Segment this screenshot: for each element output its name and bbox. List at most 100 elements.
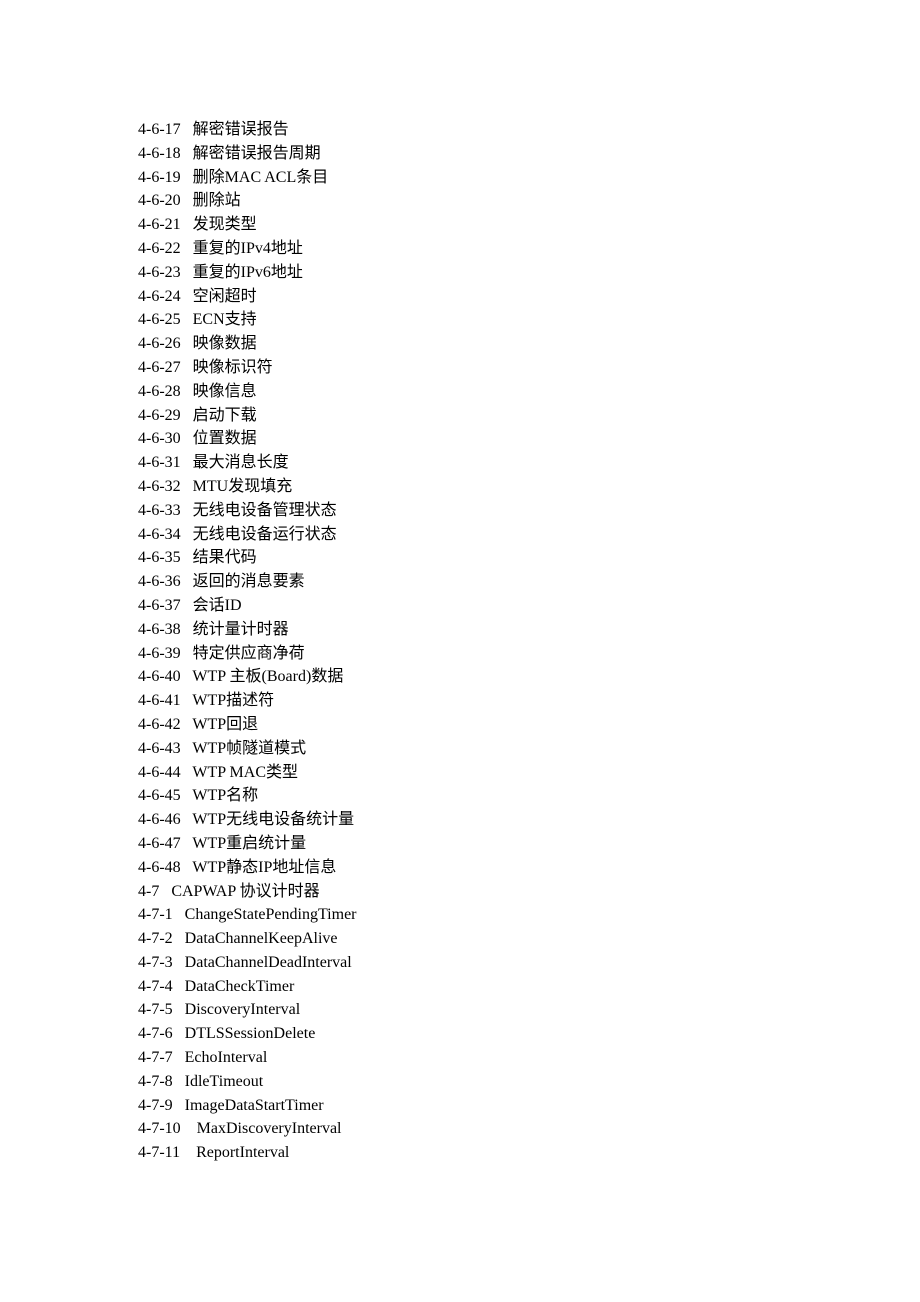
toc-entry-number: 4-6-26	[138, 335, 181, 352]
toc-entry-gap	[173, 1049, 185, 1066]
toc-entry-title: DataChannelDeadInterval	[185, 954, 352, 971]
toc-entry-gap	[181, 359, 193, 376]
toc-entry: 4-6-24 空闲超时	[138, 285, 920, 309]
toc-entry: 4-6-44 WTP MAC类型	[138, 761, 920, 785]
toc-entry: 4-6-21 发现类型	[138, 213, 920, 237]
toc-entry-gap	[180, 1144, 196, 1161]
toc-entry-gap	[181, 692, 193, 709]
toc-entry-gap	[181, 430, 193, 447]
toc-entry-gap	[181, 192, 193, 209]
toc-entry: 4-6-28 映像信息	[138, 380, 920, 404]
toc-entry-gap	[181, 526, 193, 543]
toc-entry-number: 4-6-23	[138, 264, 181, 281]
toc-entry: 4-6-29 启动下载	[138, 404, 920, 428]
toc-entry-gap	[173, 930, 185, 947]
toc-entry: 4-6-30 位置数据	[138, 427, 920, 451]
toc-entry-number: 4-6-28	[138, 383, 181, 400]
toc-entry-gap	[181, 169, 193, 186]
toc-entry-gap	[181, 549, 193, 566]
toc-entry: 4-7-11 ReportInterval	[138, 1141, 920, 1165]
toc-entry-number: 4-6-44	[138, 764, 181, 781]
toc-entry: 4-6-37 会话ID	[138, 594, 920, 618]
toc-entry-number: 4-6-42	[138, 716, 181, 733]
toc-entry-number: 4-7-11	[138, 1144, 180, 1161]
toc-entry-number: 4-6-33	[138, 502, 181, 519]
toc-entry-number: 4-6-35	[138, 549, 181, 566]
toc-entry-gap	[173, 1097, 185, 1114]
toc-entry: 4-6-26 映像数据	[138, 332, 920, 356]
toc-entry: 4-6-33 无线电设备管理状态	[138, 499, 920, 523]
toc-entry-gap	[181, 835, 193, 852]
toc-entry-title: 映像信息	[193, 383, 257, 400]
toc-entry-title: DataChannelKeepAlive	[185, 930, 338, 947]
toc-entry-gap	[181, 597, 193, 614]
toc-entry: 4-6-47 WTP重启统计量	[138, 832, 920, 856]
toc-entry: 4-6-40 WTP 主板(Board)数据	[138, 665, 920, 689]
toc-entry-number: 4-7-8	[138, 1073, 173, 1090]
toc-entry: 4-6-23 重复的IPv6地址	[138, 261, 920, 285]
toc-entry-number: 4-6-17	[138, 121, 181, 138]
toc-entry-number: 4-6-19	[138, 169, 181, 186]
toc-entry-number: 4-6-37	[138, 597, 181, 614]
toc-entry-number: 4-7-3	[138, 954, 173, 971]
toc-entry-gap	[181, 335, 193, 352]
toc-entry-title: 最大消息长度	[193, 454, 289, 471]
toc-entry: 4-7-8 IdleTimeout	[138, 1070, 920, 1094]
toc-entry-title: 返回的消息要素	[193, 573, 305, 590]
toc-entry-title: ECN支持	[193, 311, 257, 328]
toc-entry-gap	[181, 454, 193, 471]
toc-entry-title: EchoInterval	[185, 1049, 268, 1066]
toc-entry: 4-7-6 DTLSSessionDelete	[138, 1022, 920, 1046]
toc-entry-gap	[181, 264, 193, 281]
toc-entry: 4-7-5 DiscoveryInterval	[138, 998, 920, 1022]
toc-entry-number: 4-6-22	[138, 240, 181, 257]
toc-entry-title: WTP重启统计量	[192, 835, 306, 852]
toc-entry: 4-6-41 WTP描述符	[138, 689, 920, 713]
toc-entry: 4-6-22 重复的IPv4地址	[138, 237, 920, 261]
toc-entry-title: WTP描述符	[192, 692, 274, 709]
toc-entry: 4-7-1 ChangeStatePendingTimer	[138, 903, 920, 927]
toc-entry: 4-6-18 解密错误报告周期	[138, 142, 920, 166]
toc-entry-gap	[181, 383, 193, 400]
toc-entry-gap	[173, 1073, 185, 1090]
toc-entry-gap	[159, 883, 171, 900]
toc-entry-number: 4-6-29	[138, 407, 181, 424]
toc-entry-number: 4-7-1	[138, 906, 173, 923]
toc-entry-gap	[181, 121, 193, 138]
toc-entry: 4-6-36 返回的消息要素	[138, 570, 920, 594]
toc-entry-title: DataCheckTimer	[185, 978, 295, 995]
toc-entry-title: IdleTimeout	[185, 1073, 264, 1090]
toc-entry: 4-6-17 解密错误报告	[138, 118, 920, 142]
toc-entry-title: 删除站	[193, 192, 241, 209]
toc-entry-gap	[173, 1025, 185, 1042]
toc-entry-title: WTP MAC类型	[192, 764, 298, 781]
toc-entry-title: 会话ID	[193, 597, 242, 614]
toc-entry-title: 无线电设备管理状态	[193, 502, 337, 519]
toc-entry: 4-6-32 MTU发现填充	[138, 475, 920, 499]
toc-entry-title: DTLSSessionDelete	[185, 1025, 316, 1042]
toc-entry-gap	[181, 811, 193, 828]
toc-entry-number: 4-6-40	[138, 668, 181, 685]
toc-entry-gap	[181, 621, 193, 638]
toc-entry-title: 重复的IPv6地址	[193, 264, 303, 281]
toc-entry-number: 4-6-32	[138, 478, 181, 495]
toc-entry-title: WTP静态IP地址信息	[192, 859, 336, 876]
toc-entry-title: ReportInterval	[196, 1144, 289, 1161]
toc-entry: 4-7-7 EchoInterval	[138, 1046, 920, 1070]
toc-entry-number: 4-7-2	[138, 930, 173, 947]
toc-entry-title: DiscoveryInterval	[185, 1001, 301, 1018]
toc-entry: 4-7 CAPWAP 协议计时器	[138, 880, 920, 904]
toc-entry-gap	[173, 906, 185, 923]
table-of-contents: 4-6-17 解密错误报告4-6-18 解密错误报告周期4-6-19 删除MAC…	[138, 118, 920, 1165]
toc-entry-gap	[181, 311, 193, 328]
toc-entry: 4-7-2 DataChannelKeepAlive	[138, 927, 920, 951]
toc-entry-gap	[181, 859, 193, 876]
toc-entry-number: 4-6-39	[138, 645, 181, 662]
toc-entry-title: MaxDiscoveryInterval	[197, 1120, 342, 1137]
toc-entry: 4-6-25 ECN支持	[138, 308, 920, 332]
toc-entry: 4-6-20 删除站	[138, 189, 920, 213]
toc-entry: 4-6-46 WTP无线电设备统计量	[138, 808, 920, 832]
toc-entry: 4-6-19 删除MAC ACL条目	[138, 166, 920, 190]
toc-entry-number: 4-6-31	[138, 454, 181, 471]
toc-entry-title: 无线电设备运行状态	[193, 526, 337, 543]
